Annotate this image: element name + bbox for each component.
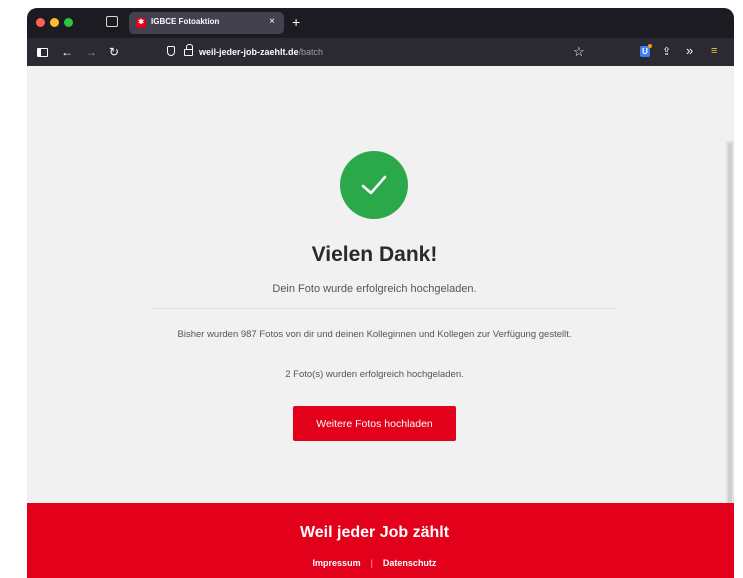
lock-icon[interactable] bbox=[184, 44, 193, 56]
uploaded-count-text: 2 Foto(s) wurden erfolgreich hochgeladen… bbox=[285, 369, 464, 380]
close-window-button[interactable] bbox=[36, 18, 45, 27]
url-path: /batch bbox=[298, 47, 324, 57]
shield-icon[interactable] bbox=[167, 46, 175, 56]
share-icon[interactable]: ⇪ bbox=[662, 45, 671, 58]
datenschutz-link[interactable]: Datenschutz bbox=[383, 558, 437, 568]
tab-title: IGBCE Fotoaktion bbox=[151, 17, 220, 26]
forward-icon[interactable]: → bbox=[85, 45, 97, 59]
menu-icon[interactable]: ≡ bbox=[711, 45, 717, 57]
extension-badge bbox=[648, 44, 652, 48]
new-tab-button[interactable]: + bbox=[292, 13, 300, 31]
page-content: Vielen Dank! Dein Foto wurde erfolgreich… bbox=[27, 66, 734, 578]
scrollbar[interactable] bbox=[726, 141, 734, 506]
footer: Weil jeder Job zählt Impressum | Datenschu… bbox=[27, 503, 734, 578]
footer-links: Impressum | Datenschutz bbox=[27, 558, 722, 568]
browser-window: ✱ IGBCE Fotoaktion × + ← → ↻ weil-jeder-… bbox=[27, 8, 734, 578]
reload-icon[interactable]: ↻ bbox=[109, 45, 119, 59]
tab-close-icon[interactable]: × bbox=[269, 16, 275, 28]
url-host: weil-jeder-job-zaehlt.de bbox=[199, 47, 299, 57]
upload-success-message: Dein Foto wurde erfolgreich hochgeladen. bbox=[272, 283, 477, 295]
sidebar-icon[interactable] bbox=[37, 48, 48, 57]
overflow-chevrons-icon[interactable]: » bbox=[686, 43, 693, 58]
minimize-window-button[interactable] bbox=[50, 18, 59, 27]
bookmark-star-icon[interactable]: ☆ bbox=[573, 44, 585, 60]
success-check-icon bbox=[340, 151, 408, 219]
link-separator: | bbox=[370, 558, 373, 568]
footer-title: Weil jeder Job zählt bbox=[299, 524, 450, 541]
tab-overview-icon[interactable] bbox=[106, 16, 118, 27]
page-title: Vielen Dank! bbox=[311, 243, 438, 266]
total-photos-info: Bisher wurden 987 Fotos von dir und dein… bbox=[177, 329, 572, 340]
tab-strip: ✱ IGBCE Fotoaktion × + bbox=[27, 8, 734, 38]
back-icon[interactable]: ← bbox=[61, 45, 73, 59]
upload-more-button[interactable]: Weitere Fotos hochladen bbox=[293, 406, 456, 441]
address-bar[interactable]: weil-jeder-job-zaehlt.de/batch bbox=[199, 46, 323, 58]
favicon-icon: ✱ bbox=[136, 18, 146, 28]
tab-igbce-fotoaktion[interactable]: ✱ IGBCE Fotoaktion × bbox=[129, 12, 284, 34]
navigation-toolbar: ← → ↻ weil-jeder-job-zaehlt.de/batch ☆ U… bbox=[27, 38, 734, 66]
impressum-link[interactable]: Impressum bbox=[313, 558, 361, 568]
divider bbox=[152, 308, 617, 309]
zoom-window-button[interactable] bbox=[64, 18, 73, 27]
